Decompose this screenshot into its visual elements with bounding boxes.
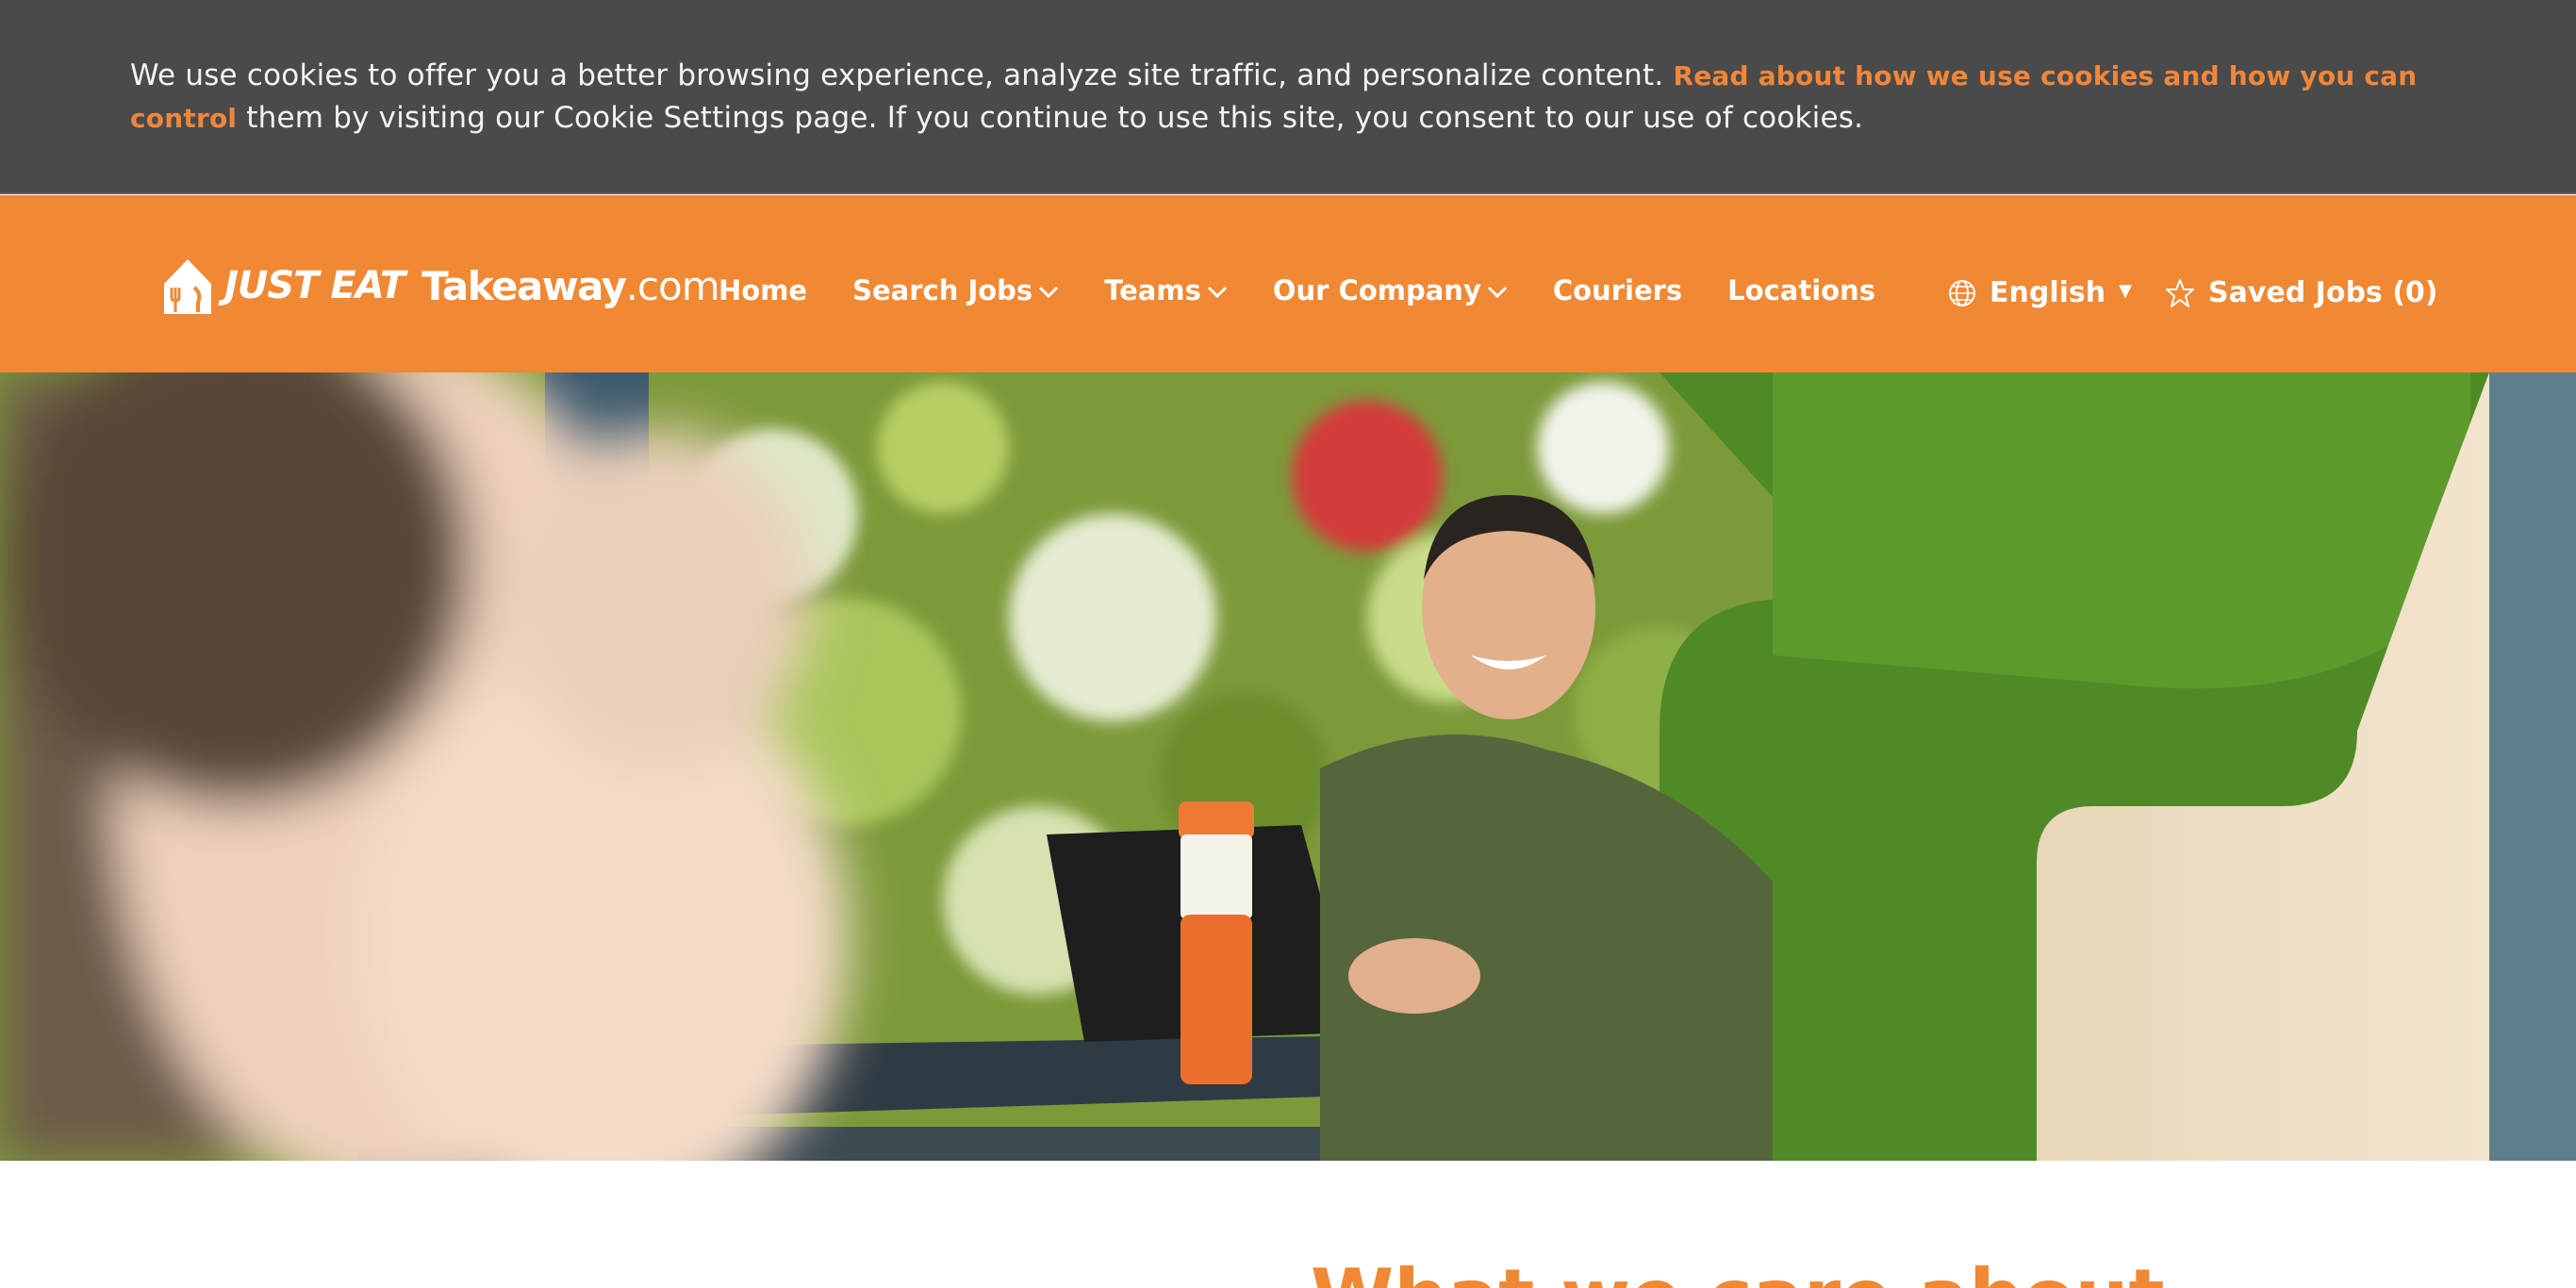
cookie-message: We use cookies to offer you a better bro… xyxy=(130,55,2450,140)
house-fork-logo-icon xyxy=(164,259,211,314)
nav-locations[interactable]: Locations xyxy=(1727,274,1875,306)
saved-jobs-button[interactable]: Saved Jobs (0) xyxy=(2165,276,2438,309)
nav-couriers-label: Couriers xyxy=(1552,274,1683,306)
language-label: English xyxy=(1990,276,2106,309)
cookie-text-after: them by visiting our Cookie Settings pag… xyxy=(246,101,1864,135)
nav-our-company-label: Our Company xyxy=(1272,274,1481,306)
nav-locations-label: Locations xyxy=(1727,274,1875,306)
nav-search-jobs-label: Search Jobs xyxy=(852,274,1033,306)
star-icon xyxy=(2166,278,2194,307)
cookie-text-before: We use cookies to offer you a better bro… xyxy=(130,58,1664,92)
nav-couriers[interactable]: Couriers xyxy=(1553,274,1682,306)
hero-photo xyxy=(0,372,2576,1161)
nav-home[interactable]: Home xyxy=(718,274,807,306)
section-heading: What we care about xyxy=(1311,1260,2165,1288)
logo-takeaway: Takeaway xyxy=(421,262,627,309)
chevron-down-icon xyxy=(1207,286,1227,299)
logo-com: .com xyxy=(625,262,720,309)
nav-our-company[interactable]: Our Company xyxy=(1273,274,1508,306)
main-nav: Home Search Jobs Teams Our Company Couri… xyxy=(718,274,1921,306)
caret-down-icon: ▼ xyxy=(2119,281,2132,301)
chevron-down-icon xyxy=(1039,286,1059,299)
nav-teams[interactable]: Teams xyxy=(1104,274,1228,306)
chevron-down-icon xyxy=(1487,286,1507,299)
site-header: JUST EAT Takeaway .com Home Search Jobs T… xyxy=(0,195,2576,372)
nav-search-jobs[interactable]: Search Jobs xyxy=(852,274,1059,306)
globe-icon xyxy=(1949,279,1975,306)
saved-jobs-label: Saved Jobs (0) xyxy=(2208,276,2438,309)
hero-image xyxy=(0,372,2576,1161)
logo-just-eat: JUST EAT xyxy=(224,264,405,307)
logo[interactable]: JUST EAT Takeaway .com xyxy=(157,257,720,314)
nav-home-label: Home xyxy=(718,274,808,306)
language-selector[interactable]: English ▼ xyxy=(1948,276,2132,309)
nav-teams-label: Teams xyxy=(1104,274,1201,306)
cookie-banner: We use cookies to offer you a better bro… xyxy=(0,0,2576,194)
